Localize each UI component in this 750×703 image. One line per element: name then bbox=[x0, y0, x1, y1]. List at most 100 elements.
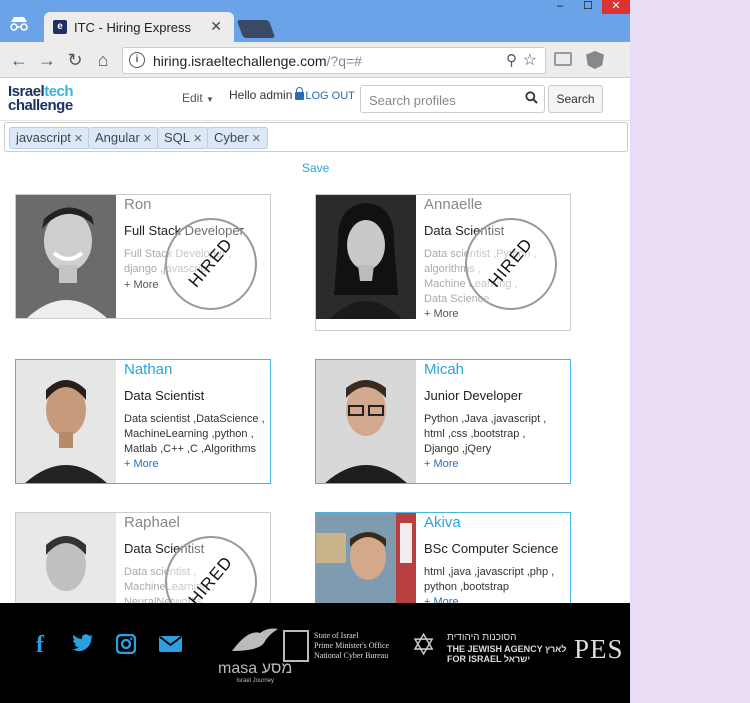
hired-stamp-text: HIRED bbox=[184, 234, 237, 291]
jewish-agency-hebrew: הסוכנות היהודית bbox=[447, 632, 517, 643]
more-link[interactable]: + More bbox=[124, 458, 159, 470]
jewish-agency-english: THE JEWISH AGENCY לארץ FOR ISRAEL ישראל bbox=[447, 644, 566, 664]
more-link[interactable]: + More bbox=[124, 279, 159, 291]
tag-label: SQL bbox=[164, 130, 191, 145]
profile-skills: html ,java ,javascript ,php , python ,bo… bbox=[424, 565, 569, 595]
bookmark-star-icon[interactable]: ☆ bbox=[523, 50, 537, 70]
profile-photo[interactable] bbox=[16, 360, 116, 483]
profile-skills: Data scientist ,DataScience , MachineLea… bbox=[124, 412, 269, 457]
greeting-text: Hello admin bbox=[229, 88, 293, 102]
browser-window: e ITC - Hiring Express ✕ – ☐ ✕ ← → ↻ ⌂ i… bbox=[0, 0, 630, 703]
masa-subtitle: Israel Journey bbox=[236, 678, 275, 684]
tab-favicon-icon: e bbox=[53, 20, 67, 34]
profile-name[interactable]: Micah bbox=[424, 361, 464, 378]
tag-label: Cyber bbox=[214, 130, 249, 145]
remove-tag-icon[interactable]: ✕ bbox=[143, 133, 152, 145]
browser-tab[interactable]: e ITC - Hiring Express ✕ bbox=[44, 12, 234, 42]
search-icon[interactable] bbox=[525, 91, 538, 104]
jewish-agency-line: THE JEWISH AGENCY לארץ bbox=[447, 644, 567, 654]
maximize-icon[interactable]: ☐ bbox=[574, 0, 602, 14]
back-arrow-icon[interactable]: ← bbox=[9, 50, 29, 70]
address-bar[interactable]: i hiring.israeltechallenge.com/?q=# ⚲ ☆ bbox=[122, 47, 546, 74]
profile-card[interactable]: Nathan Data Scientist Data scientist ,Da… bbox=[15, 359, 271, 484]
reload-icon[interactable]: ↻ bbox=[65, 50, 85, 70]
home-icon[interactable]: ⌂ bbox=[93, 50, 113, 70]
state-emblem-icon bbox=[283, 630, 309, 662]
skills-line: Python ,Java ,javascript , bbox=[424, 413, 547, 425]
logout-link[interactable]: LOG OUT bbox=[305, 90, 355, 102]
masa-bird-icon bbox=[232, 628, 279, 651]
edit-label: Edit bbox=[182, 91, 203, 105]
profile-name[interactable]: Raphael bbox=[124, 514, 180, 531]
site-info-icon[interactable]: i bbox=[129, 52, 145, 68]
caret-down-icon: ▼ bbox=[206, 95, 214, 104]
site-header: Israeltech challenge Edit ▼ Hello admin L… bbox=[0, 79, 630, 121]
extension-shield-icon[interactable] bbox=[586, 51, 604, 69]
remove-tag-icon[interactable]: ✕ bbox=[193, 133, 202, 145]
search-button[interactable]: Search bbox=[548, 85, 603, 113]
filter-tag[interactable]: Cyber ✕ bbox=[207, 127, 268, 149]
profile-photo[interactable] bbox=[16, 195, 116, 318]
user-greeting: Hello admin LOG OUT bbox=[229, 87, 355, 102]
edit-dropdown[interactable]: Edit ▼ bbox=[182, 91, 214, 105]
profile-card[interactable]: Annaelle Data Scientist Data scientist ,… bbox=[315, 194, 571, 331]
profile-name[interactable]: Annaelle bbox=[424, 196, 482, 213]
save-link[interactable]: Save bbox=[302, 161, 329, 175]
masa-wordmark: masa מסע bbox=[218, 660, 293, 677]
browser-toolbar: ← → ↻ ⌂ i hiring.israeltechallenge.com/?… bbox=[0, 42, 630, 78]
url-tail: /?q=# bbox=[326, 53, 362, 69]
tab-close-icon[interactable]: ✕ bbox=[210, 18, 222, 35]
hired-stamp-text: HIRED bbox=[484, 234, 537, 291]
profile-role: Data Scientist bbox=[124, 388, 205, 403]
hired-stamp: HIRED bbox=[165, 218, 257, 310]
skills-line: Django ,jQery bbox=[424, 443, 492, 455]
cast-icon[interactable] bbox=[554, 52, 572, 66]
pmo-line: State of Israel bbox=[314, 631, 359, 640]
twitter-icon[interactable] bbox=[72, 634, 94, 652]
skills-line: python ,bootstrap bbox=[424, 581, 510, 593]
search-profiles-field[interactable] bbox=[360, 85, 545, 113]
filter-tag[interactable]: Angular ✕ bbox=[88, 127, 160, 149]
instagram-icon[interactable] bbox=[116, 634, 136, 654]
more-link[interactable]: + More bbox=[424, 458, 459, 470]
pmo-line: Prime Minister's Office bbox=[314, 641, 390, 650]
incognito-icon bbox=[8, 16, 30, 32]
profile-name[interactable]: Ron bbox=[124, 196, 152, 213]
browser-titlebar: e ITC - Hiring Express ✕ – ☐ ✕ bbox=[0, 0, 630, 42]
profile-photo[interactable] bbox=[316, 360, 416, 483]
zoom-icon[interactable]: ⚲ bbox=[506, 51, 517, 69]
filter-tag[interactable]: javascript ✕ bbox=[9, 127, 91, 149]
email-icon[interactable] bbox=[159, 636, 182, 652]
skills-line: Data scientist ,DataScience , bbox=[124, 413, 265, 425]
profile-name[interactable]: Akiva bbox=[424, 514, 461, 531]
filter-tag[interactable]: SQL ✕ bbox=[157, 127, 210, 149]
skills-line: Matlab ,C++ ,C ,Algorithms bbox=[124, 443, 257, 455]
window-controls: – ☐ ✕ bbox=[546, 0, 630, 14]
address-url: hiring.israeltechallenge.com/?q=# bbox=[153, 53, 362, 69]
profile-card[interactable]: Ron Full Stack Developer Full Stack Deve… bbox=[15, 194, 271, 319]
tab-title: ITC - Hiring Express bbox=[74, 20, 192, 35]
profile-card[interactable]: Micah Junior Developer Python ,Java ,jav… bbox=[315, 359, 571, 484]
new-tab-button[interactable] bbox=[236, 20, 276, 38]
pes-logo[interactable]: PES bbox=[574, 634, 624, 665]
profile-role: Junior Developer bbox=[424, 388, 523, 403]
skills-line: MachineLearning ,python , bbox=[124, 428, 254, 440]
profile-role: BSc Computer Science bbox=[424, 541, 559, 556]
remove-tag-icon[interactable]: ✕ bbox=[252, 133, 261, 145]
itc-logo[interactable]: Israeltech challenge bbox=[8, 84, 74, 114]
masa-logo[interactable]: masa מסע Israel Journey bbox=[218, 627, 292, 684]
more-link[interactable]: + More bbox=[424, 308, 459, 320]
pmo-text: State of Israel Prime Minister's Office … bbox=[314, 631, 404, 661]
logo-text-challenge: challenge bbox=[8, 97, 73, 114]
minimize-icon[interactable]: – bbox=[546, 0, 574, 14]
url-main: hiring.israeltechallenge.com bbox=[153, 53, 327, 69]
profile-name[interactable]: Nathan bbox=[124, 361, 172, 378]
facebook-icon[interactable]: f bbox=[36, 632, 44, 659]
forward-arrow-icon[interactable]: → bbox=[37, 50, 57, 70]
tag-filter-bar[interactable]: javascript ✕ Angular ✕ SQL ✕ Cyber ✕ bbox=[4, 122, 628, 152]
hired-stamp: HIRED bbox=[465, 218, 557, 310]
window-close-icon[interactable]: ✕ bbox=[602, 0, 630, 14]
profile-photo[interactable] bbox=[316, 195, 416, 319]
search-input[interactable] bbox=[369, 91, 519, 109]
remove-tag-icon[interactable]: ✕ bbox=[74, 133, 83, 145]
